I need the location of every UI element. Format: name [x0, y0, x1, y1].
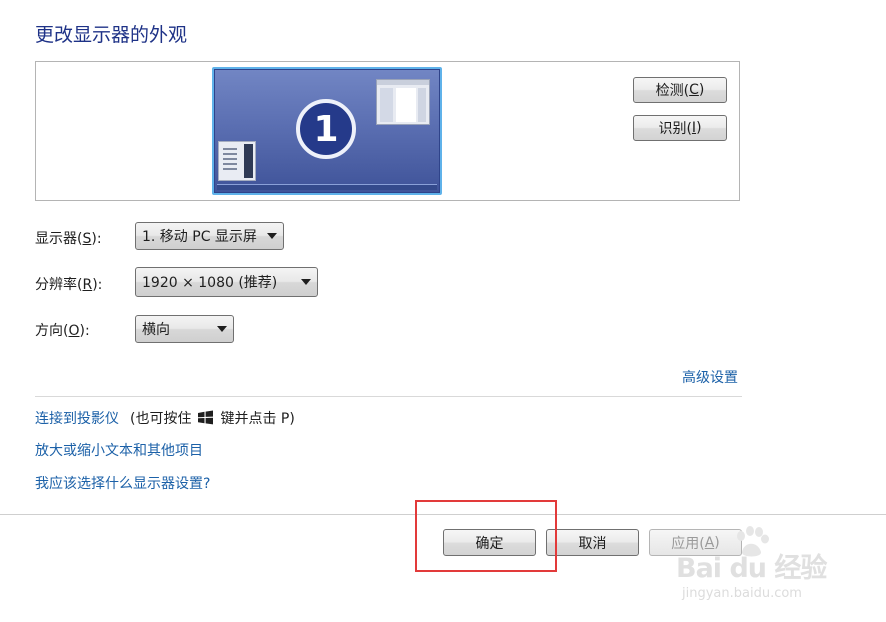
annotation-highlight-box — [415, 500, 557, 572]
windows-logo-icon — [198, 410, 214, 425]
watermark-url: jingyan.baidu.com — [682, 586, 802, 601]
connect-projector-link[interactable]: 连接到投影仪 — [35, 408, 119, 428]
detect-button[interactable]: 检测(C) — [633, 77, 727, 103]
cancel-button[interactable]: 取消 — [546, 529, 639, 556]
projector-hint-before: (也可按住 — [130, 411, 192, 427]
advanced-settings-link[interactable]: 高级设置 — [682, 367, 738, 387]
projector-hint: (也可按住 键并点击 P) — [130, 408, 295, 428]
orientation-select-value: 横向 — [142, 322, 170, 338]
display-label: 显示器(S): — [35, 231, 102, 247]
display-select[interactable]: 1. 移动 PC 显示屏 — [135, 222, 284, 250]
resolution-label: 分辨率(R): — [35, 277, 103, 293]
identify-label: 识别( — [658, 121, 692, 137]
page-title: 更改显示器的外观 — [35, 24, 188, 46]
zoom-text-link[interactable]: 放大或缩小文本和其他项目 — [35, 440, 203, 460]
divider — [35, 396, 742, 397]
identify-suffix: ) — [696, 120, 702, 136]
dropdown-arrow-icon — [267, 233, 277, 239]
monitor-1-thumbnail[interactable]: 1 — [212, 67, 442, 195]
detect-mnemonic: C — [689, 82, 699, 98]
resolution-select[interactable]: 1920 × 1080 (推荐) — [135, 267, 318, 297]
watermark-logo: Bai du 经验 — [676, 553, 827, 584]
dropdown-arrow-icon — [217, 326, 227, 332]
orientation-label: 方向(O): — [35, 323, 90, 339]
window-thumbnail — [376, 79, 430, 125]
detect-suffix: ) — [698, 82, 705, 98]
display-select-value: 1. 移动 PC 显示屏 — [142, 229, 257, 245]
identify-button[interactable]: 识别(I) — [633, 115, 727, 141]
help-choose-settings-link[interactable]: 我应该选择什么显示器设置? — [35, 473, 210, 493]
detect-label: 检测( — [655, 83, 690, 99]
dropdown-arrow-icon — [301, 279, 311, 285]
orientation-select[interactable]: 横向 — [135, 315, 234, 343]
resolution-select-value: 1920 × 1080 (推荐) — [142, 275, 278, 291]
monitor-taskbar — [217, 184, 437, 190]
monitor-number-badge: 1 — [296, 99, 356, 159]
window-thumbnail-small — [218, 141, 256, 181]
projector-hint-after: 键并点击 P) — [220, 411, 295, 427]
